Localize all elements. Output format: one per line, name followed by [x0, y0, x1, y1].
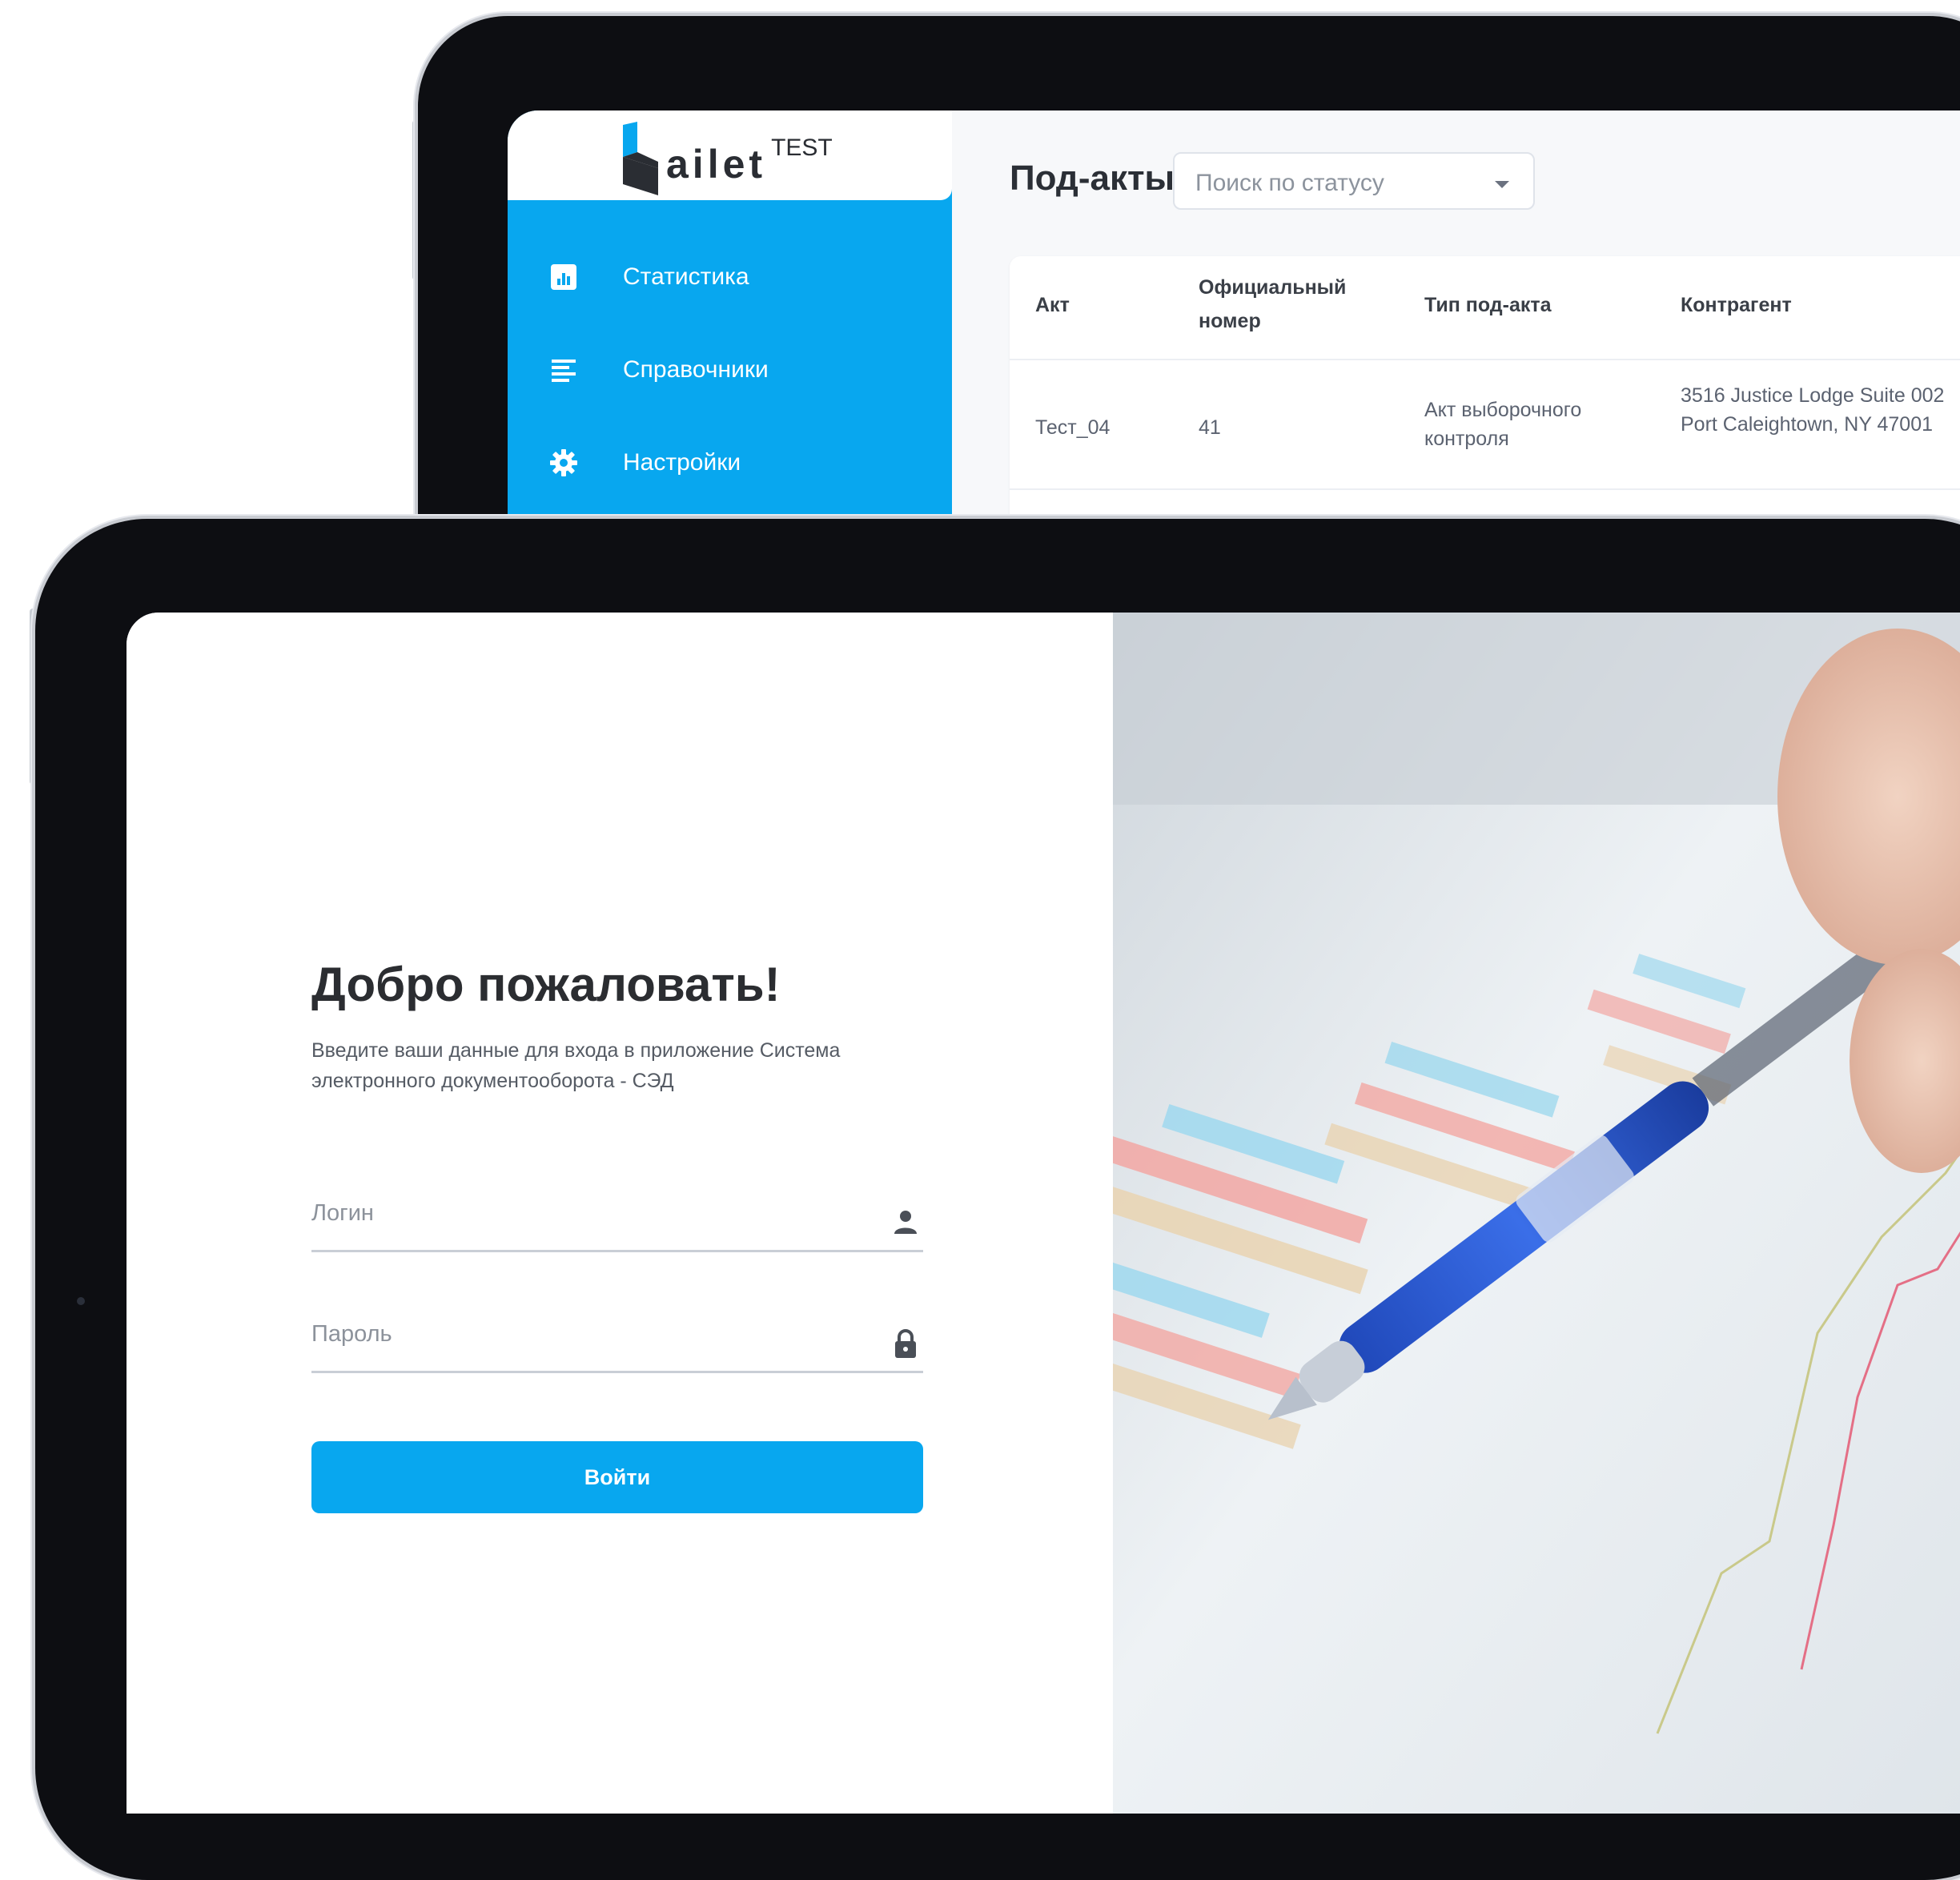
page-title: Под-акты	[1010, 159, 1175, 198]
camera-icon	[77, 1297, 85, 1305]
login-panel: Добро пожаловать! Введите ваши данные дл…	[127, 613, 1113, 1814]
login-field	[311, 1189, 923, 1252]
logo-suffix: TEST	[771, 135, 833, 161]
welcome-title: Добро пожаловать!	[311, 958, 781, 1011]
status-search-select[interactable]: Поиск по статусу	[1173, 152, 1535, 210]
password-field	[311, 1310, 923, 1373]
login-input[interactable]	[311, 1189, 856, 1237]
sailet-logo[interactable]: ailet TEST	[618, 115, 833, 195]
chart-icon	[548, 261, 580, 293]
column-header-official-number[interactable]: Официальный номер	[1199, 271, 1351, 338]
cell-subact-type: Акт выборочного контроля	[1424, 399, 1582, 450]
table-divider	[1010, 359, 1960, 360]
sidebar-item-statistics[interactable]: Статистика	[508, 231, 952, 323]
sidebar-item-label: Статистика	[623, 263, 749, 290]
select-placeholder: Поиск по статусу	[1195, 170, 1384, 196]
logo-s-mark-icon	[623, 122, 658, 195]
cell-act[interactable]: Тест_04	[1035, 413, 1110, 442]
password-input[interactable]	[311, 1310, 856, 1358]
login-button[interactable]: Войти	[311, 1441, 923, 1513]
sidebar-nav: Статистика Справочники Настройки	[508, 231, 952, 509]
cell-counterparty: 3516 Justice Lodge Suite 002 Port Caleig…	[1681, 384, 1945, 436]
column-header-act[interactable]: Акт	[1035, 288, 1070, 322]
login-screen: Добро пожаловать! Введите ваши данные дл…	[127, 613, 1960, 1814]
sidebar-item-settings[interactable]: Настройки	[508, 416, 952, 509]
sidebar-item-label: Справочники	[623, 356, 769, 383]
cell-official-number: 41	[1199, 416, 1221, 439]
caret-down-icon	[1495, 181, 1509, 188]
logo-word: ailet	[666, 142, 767, 187]
hero-photo-pen-on-chart	[1113, 613, 1960, 1814]
column-header-subact-type[interactable]: Тип под-акта	[1424, 288, 1552, 322]
logo-area: ailet TEST	[508, 110, 952, 200]
list-icon	[548, 354, 580, 386]
gear-icon	[548, 447, 580, 479]
table-divider	[1010, 488, 1960, 490]
welcome-subtitle: Введите ваши данные для входа в приложен…	[311, 1039, 841, 1092]
sidebar-item-label: Настройки	[623, 449, 741, 476]
sidebar-item-directories[interactable]: Справочники	[508, 323, 952, 416]
user-icon	[894, 1211, 917, 1234]
lock-icon	[895, 1329, 916, 1358]
column-header-counterparty[interactable]: Контрагент	[1681, 288, 1792, 322]
